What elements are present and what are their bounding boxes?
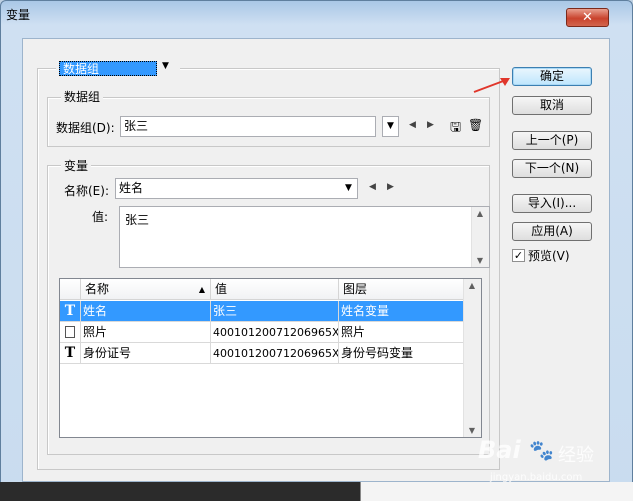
scroll-down-icon[interactable]: ▼ — [464, 426, 480, 435]
text-layer-icon: T — [60, 343, 81, 363]
chevron-down-icon: ▼ — [162, 61, 169, 71]
watermark-cn: 经验 — [558, 445, 594, 466]
window-title: 变量 — [6, 8, 31, 22]
value-label: 值: — [92, 210, 109, 224]
apply-button[interactable]: 应用(A) — [512, 222, 592, 241]
scroll-down-icon[interactable]: ▼ — [472, 256, 488, 265]
table-row[interactable]: T 姓名 张三 姓名变量 — [60, 301, 469, 322]
save-dataset-icon[interactable]: 🖫 — [450, 118, 461, 140]
chevron-down-icon: ▼ — [345, 183, 352, 193]
dataset-dropdown-arrow[interactable]: ▼ — [382, 116, 399, 137]
name-select[interactable]: 姓名 — [115, 178, 358, 199]
next-dataset-icon[interactable]: ▶ — [427, 120, 434, 130]
delete-dataset-icon[interactable]: 🗑 — [468, 118, 483, 132]
scroll-up-icon[interactable]: ▲ — [472, 209, 488, 218]
variables-table: 名称 ▲ 值 图层 T 姓名 张三 姓名变量 照片 40010120071206… — [59, 278, 482, 438]
row-value: 40010120071206965X — [211, 343, 339, 363]
next-button[interactable]: 下一个(N) — [512, 159, 592, 178]
table-header-name[interactable]: 名称 ▲ — [81, 279, 211, 300]
row-name: 姓名 — [81, 301, 211, 321]
image-layer-icon — [60, 322, 81, 342]
dataset-select-value: 数据组 — [59, 61, 157, 76]
dataset-field-label: 数据组(D): — [56, 121, 115, 135]
dataset-field[interactable]: 张三 — [120, 116, 376, 137]
ok-button[interactable]: 确定 — [512, 67, 592, 86]
row-layer: 身份号码变量 — [341, 346, 414, 360]
row-value: 张三 — [211, 301, 339, 321]
watermark-brand: Bai — [478, 436, 521, 464]
row-layer: 照片 — [341, 325, 366, 339]
previous-dataset-icon[interactable]: ◀ — [409, 120, 416, 130]
table-scrollbar[interactable]: ▲ ▼ — [463, 279, 481, 437]
row-value: 40010120071206965X.... — [211, 322, 339, 342]
value-scrollbar[interactable]: ▲ ▼ — [471, 207, 489, 267]
table-header-value[interactable]: 值 — [211, 279, 339, 300]
annotation-arrow — [473, 78, 510, 93]
text-layer-icon: T — [60, 301, 81, 321]
name-label: 名称(E): — [64, 184, 109, 198]
close-button[interactable]: ✕ — [566, 8, 609, 27]
import-button[interactable]: 导入(I)... — [512, 194, 592, 213]
previous-variable-icon[interactable]: ◀ — [369, 182, 376, 192]
taskbar-panel — [360, 482, 633, 501]
sort-ascending-icon: ▲ — [198, 285, 205, 294]
watermark-site: jingyan.baidu.com — [490, 472, 583, 483]
row-name: 身份证号 — [81, 343, 211, 363]
table-header-type — [60, 279, 81, 300]
table-row[interactable]: 照片 40010120071206965X.... 照片 — [60, 322, 469, 343]
value-textarea[interactable]: 张三 ▲ ▼ — [119, 206, 490, 268]
row-layer: 姓名变量 — [341, 304, 390, 318]
table-row[interactable]: T 身份证号 40010120071206965X 身份号码变量 — [60, 343, 469, 364]
preview-label: 预览(V) — [528, 249, 570, 263]
scroll-up-icon[interactable]: ▲ — [464, 281, 480, 290]
next-variable-icon[interactable]: ▶ — [387, 182, 394, 192]
dataset-select[interactable]: 数据组 ▼ — [56, 60, 180, 78]
table-header-layer[interactable]: 图层 — [339, 279, 469, 300]
paw-icon: 🐾 — [529, 438, 554, 462]
variable-group-label: 变量 — [61, 157, 92, 174]
header-name-label: 名称 — [85, 282, 110, 296]
previous-button[interactable]: 上一个(P) — [512, 131, 592, 150]
row-name: 照片 — [81, 322, 211, 342]
cancel-button[interactable]: 取消 — [512, 96, 592, 115]
preview-checkbox[interactable]: ✓ — [512, 249, 525, 262]
dataset-group-label: 数据组 — [61, 88, 104, 105]
value-text: 张三 — [125, 213, 150, 227]
